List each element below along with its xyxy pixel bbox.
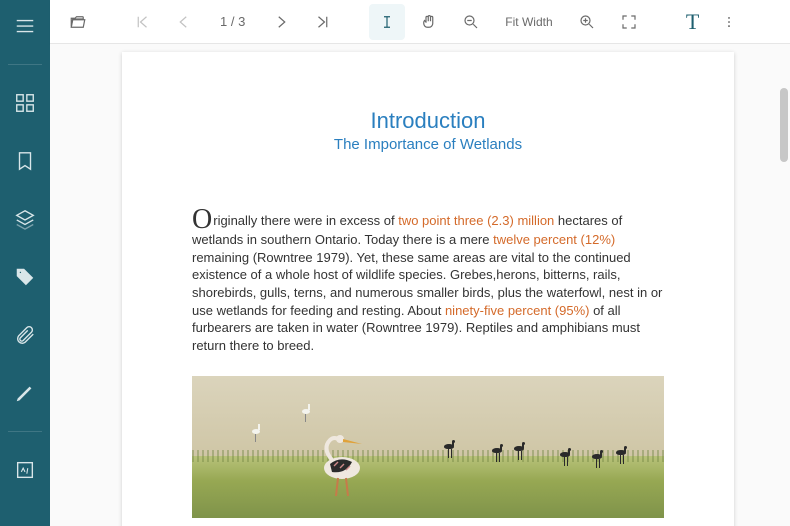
egret-bird — [300, 404, 314, 422]
bookmark-icon — [14, 150, 36, 172]
first-page-icon — [133, 13, 151, 31]
wader-bird — [590, 450, 606, 470]
wader-bird — [558, 448, 574, 468]
pan-button[interactable] — [411, 4, 447, 40]
pencil-icon — [14, 382, 36, 404]
page-title: Introduction — [192, 108, 664, 134]
highlight: ninety-five percent (95%) — [445, 303, 590, 318]
document-viewer[interactable]: Introduction The Importance of Wetlands … — [50, 44, 790, 526]
menu-icon — [14, 15, 36, 37]
wetland-figure — [192, 376, 664, 518]
zoom-in-icon — [578, 13, 596, 31]
zoom-mode-label[interactable]: Fit Width — [495, 15, 562, 29]
divider — [8, 431, 42, 432]
sign-button[interactable] — [5, 450, 45, 490]
zoom-out-icon — [462, 13, 480, 31]
scrollbar-thumb[interactable] — [780, 88, 788, 162]
highlight: twelve percent (12%) — [493, 232, 615, 247]
next-page-icon — [272, 13, 290, 31]
toolbar: 1 / 3 Fit Width — [50, 0, 790, 44]
first-page-button[interactable] — [124, 4, 160, 40]
text-tool-button[interactable]: T — [675, 9, 711, 35]
tags-button[interactable] — [5, 257, 45, 297]
highlight: two point three (2.3) million — [398, 213, 554, 228]
attachment-icon — [14, 324, 36, 346]
sidebar — [0, 0, 50, 526]
thumbnails-icon — [14, 92, 36, 114]
text-select-button[interactable] — [369, 4, 405, 40]
egret-bird — [250, 424, 264, 442]
wader-bird — [442, 440, 458, 460]
prev-page-button[interactable] — [166, 4, 202, 40]
open-file-button[interactable] — [60, 4, 96, 40]
last-page-button[interactable] — [305, 4, 341, 40]
divider — [8, 64, 42, 65]
page: Introduction The Importance of Wetlands … — [122, 52, 734, 526]
next-page-button[interactable] — [263, 4, 299, 40]
zoom-out-button[interactable] — [453, 4, 489, 40]
attachments-button[interactable] — [5, 315, 45, 355]
more-button[interactable] — [717, 4, 741, 40]
sign-icon — [14, 459, 36, 481]
bookmarks-button[interactable] — [5, 141, 45, 181]
menu-button[interactable] — [5, 6, 45, 46]
text-select-icon — [378, 13, 396, 31]
last-page-icon — [314, 13, 332, 31]
fullscreen-button[interactable] — [611, 4, 647, 40]
stork-bird — [312, 430, 392, 500]
zoom-in-button[interactable] — [569, 4, 605, 40]
edit-button[interactable] — [5, 373, 45, 413]
more-icon — [722, 15, 736, 29]
wader-bird — [490, 444, 506, 464]
main-area: 1 / 3 Fit Width — [50, 0, 790, 526]
prev-page-icon — [175, 13, 193, 31]
page-subtitle: The Importance of Wetlands — [192, 136, 664, 153]
tag-icon — [14, 266, 36, 288]
wader-bird — [512, 442, 528, 462]
folder-open-icon — [69, 13, 87, 31]
layers-button[interactable] — [5, 199, 45, 239]
pan-hand-icon — [420, 13, 438, 31]
thumbnails-button[interactable] — [5, 83, 45, 123]
wader-bird — [614, 446, 630, 466]
layers-icon — [14, 208, 36, 230]
dropcap: O — [192, 204, 213, 235]
body-paragraph: Originally there were in excess of two p… — [192, 209, 664, 354]
page-indicator[interactable]: 1 / 3 — [208, 14, 257, 29]
fullscreen-icon — [620, 13, 638, 31]
